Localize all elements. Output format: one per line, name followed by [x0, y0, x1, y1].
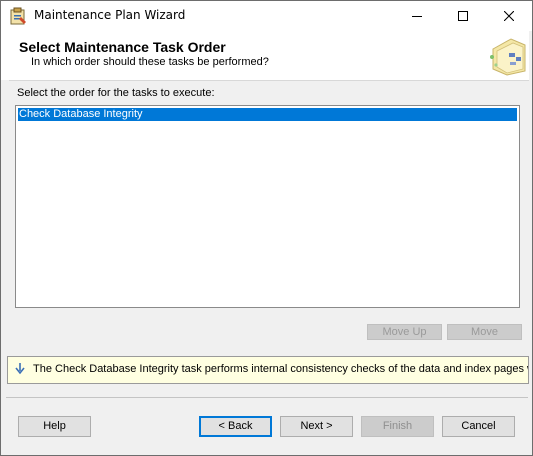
maximize-button[interactable]: [440, 1, 486, 31]
task-order-listbox[interactable]: Check Database Integrity: [15, 105, 520, 308]
task-list-label: Select the order for the tasks to execut…: [17, 87, 215, 99]
help-button[interactable]: Help: [18, 416, 91, 437]
close-icon: [504, 11, 514, 21]
cancel-button[interactable]: Cancel: [442, 416, 515, 437]
page-subtitle: In which order should these tasks be per…: [31, 56, 269, 68]
finish-button[interactable]: Finish: [361, 416, 434, 437]
task-description-text: The Check Database Integrity task perfor…: [33, 363, 529, 375]
maximize-icon: [458, 11, 468, 21]
task-description-bar: The Check Database Integrity task perfor…: [7, 356, 529, 384]
list-item[interactable]: Check Database Integrity: [18, 108, 517, 121]
minimize-icon: [412, 16, 422, 17]
page-title: Select Maintenance Task Order: [19, 39, 226, 55]
footer-separator: [6, 397, 528, 398]
window-title: Maintenance Plan Wizard: [34, 8, 186, 22]
minimize-button[interactable]: [394, 1, 440, 31]
next-button[interactable]: Next >: [280, 416, 353, 437]
info-arrow-icon: [15, 363, 25, 375]
header-edge: [1, 31, 9, 80]
move-down-button[interactable]: Move: [447, 324, 522, 340]
wizard-window: Maintenance Plan Wizard Select Maintenan…: [0, 0, 533, 456]
folder-art-icon: [490, 38, 526, 76]
title-bar[interactable]: Maintenance Plan Wizard: [1, 1, 532, 31]
move-up-button[interactable]: Move Up: [367, 324, 442, 340]
wizard-header: Select Maintenance Task Order In which o…: [9, 31, 529, 81]
close-button[interactable]: [486, 1, 532, 31]
back-button[interactable]: < Back: [199, 416, 272, 437]
wizard-app-icon: [10, 7, 26, 25]
